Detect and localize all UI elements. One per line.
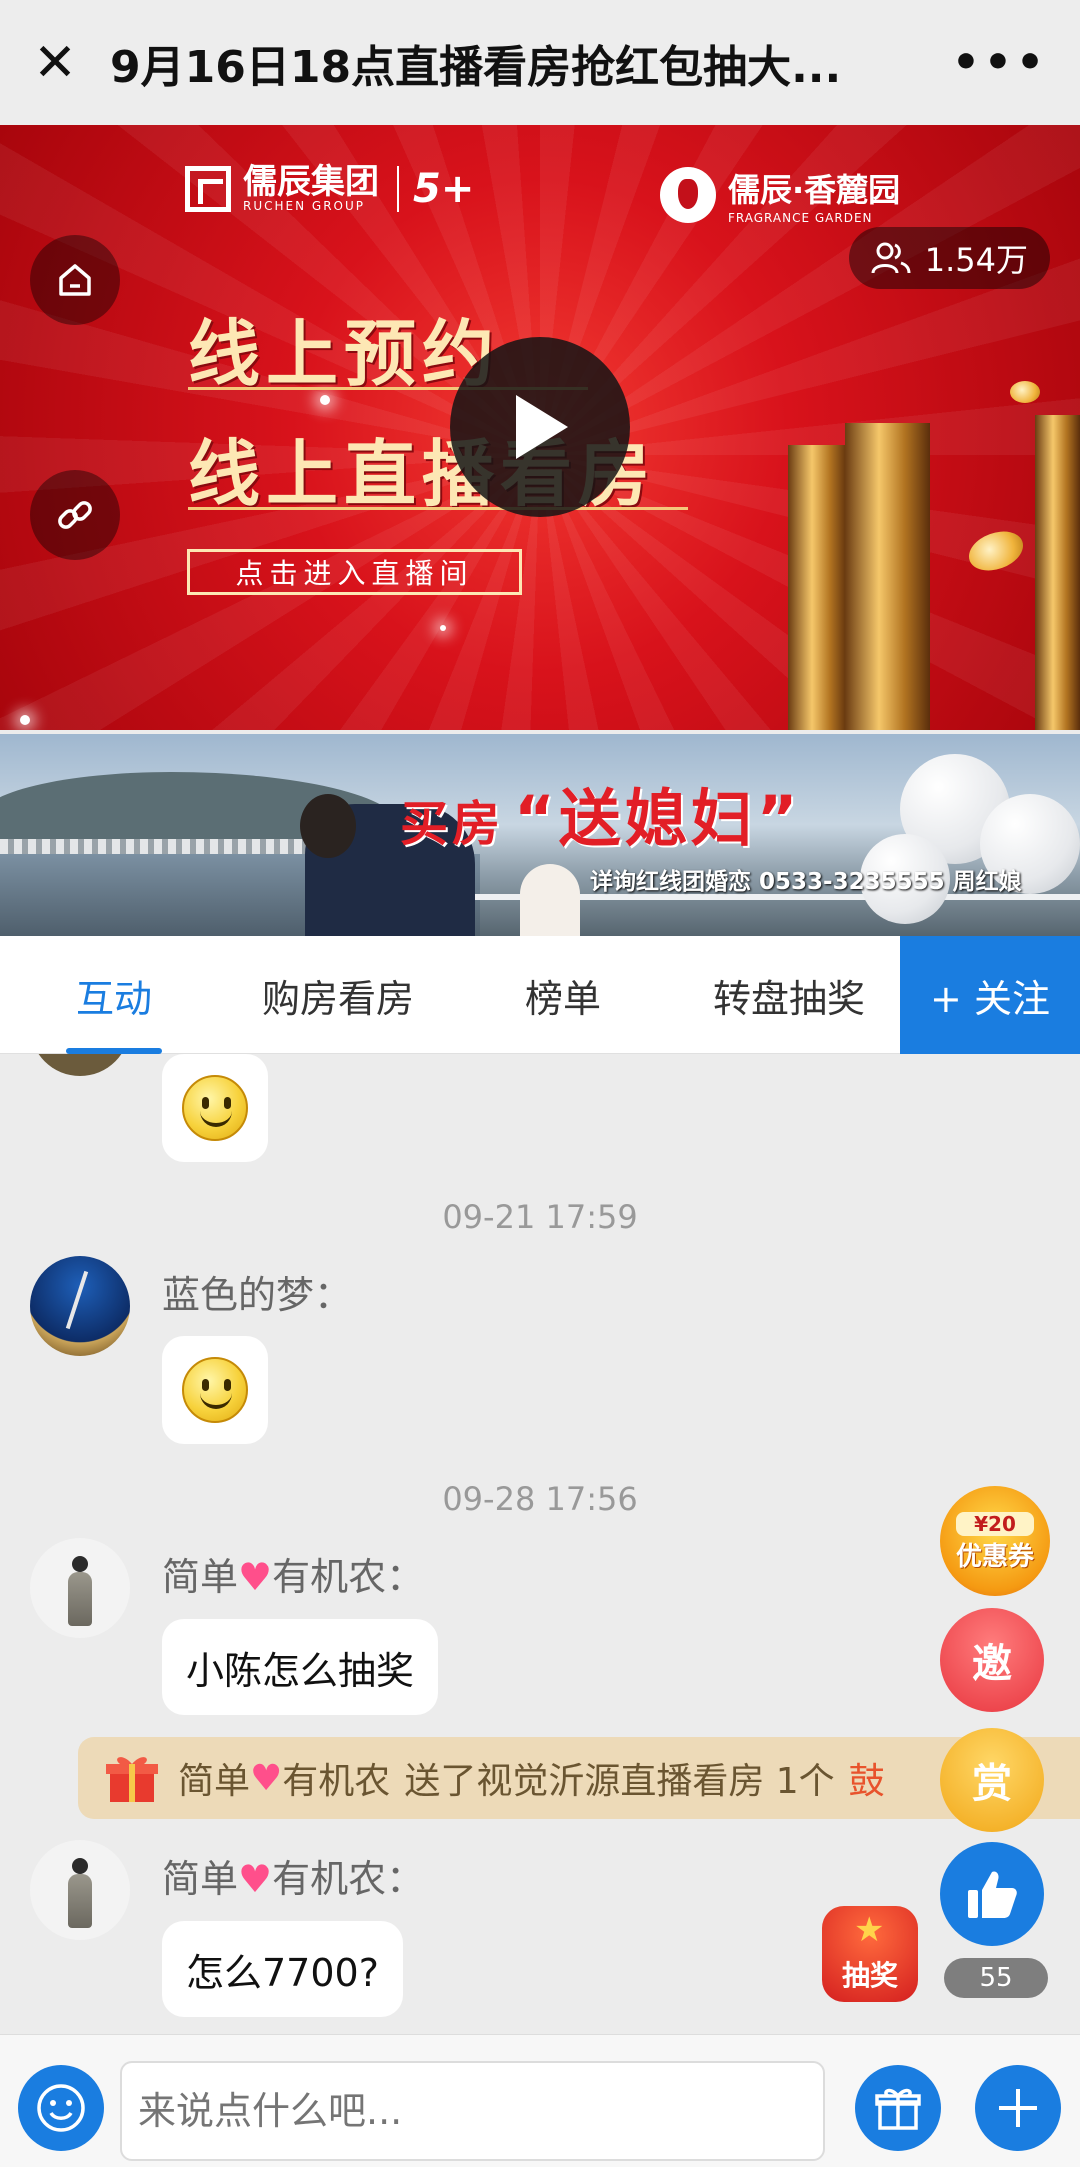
smile-emoji-icon <box>182 1357 248 1423</box>
message-bubble: 怎么7700? <box>162 1921 403 2017</box>
sparkle <box>20 715 30 725</box>
enter-live-room-button[interactable]: 点击进入直播间 <box>187 549 522 595</box>
link-icon <box>58 501 92 529</box>
follow-button[interactable]: + 关注 <box>900 936 1080 1054</box>
comment-input[interactable] <box>120 2061 825 2161</box>
brand-right-en: FRAGRANCE GARDEN <box>728 211 873 225</box>
smiley-icon <box>37 2084 85 2132</box>
message-bubble <box>162 1054 268 1162</box>
brand-left-name: 儒辰集团 <box>243 162 379 202</box>
building <box>845 423 930 730</box>
page-title: 9月16日18点直播看房抢红包抽大... <box>110 41 842 93</box>
heart-icon: ♥ <box>250 1757 283 1799</box>
gift-sender: 有机农 <box>282 1761 391 1802</box>
gift-text: 送了视觉沂源直播看房 1个 <box>404 1761 835 1802</box>
like-button[interactable] <box>940 1842 1044 1946</box>
share-link-button[interactable] <box>30 470 120 560</box>
heart-icon: ♥ <box>238 1857 273 1901</box>
viewers-icon <box>871 242 911 274</box>
ad-groom-head <box>300 794 356 858</box>
lottery-button[interactable]: 抽奖 <box>822 1906 918 2002</box>
play-button[interactable] <box>450 337 630 517</box>
headline-underline <box>188 507 688 510</box>
smile-emoji-icon <box>182 1075 248 1141</box>
ruchen-logo: 儒辰集团 RUCHEN GROUP 5+ <box>185 165 474 213</box>
viewer-count: 1.54万 <box>924 241 1028 279</box>
gift-sender: 简单 <box>178 1761 251 1802</box>
like-count: 55 <box>944 1958 1048 1998</box>
avatar[interactable] <box>30 1840 130 1940</box>
brand-right-name: 儒辰·香麓园 <box>728 171 901 209</box>
gold-coin <box>1010 381 1040 403</box>
chat-nickname: 简单♥有机农： <box>162 1546 424 1601</box>
ad-buy-text: 买房 <box>400 796 505 852</box>
reward-button[interactable]: 赏 <box>940 1728 1044 1832</box>
coupon-label: 优惠券 <box>955 1542 1034 1572</box>
tab-house-viewing[interactable]: 购房看房 <box>228 936 448 1054</box>
invite-button[interactable]: 邀 <box>940 1608 1044 1712</box>
tab-bar: 互动 购房看房 榜单 转盘抽奖 + 关注 <box>0 936 1080 1054</box>
avatar[interactable] <box>30 1538 130 1638</box>
ad-headline: 买房 “送媳妇” <box>400 768 802 858</box>
nickname-part: 简单 <box>162 1555 239 1599</box>
avatar[interactable] <box>30 1054 130 1076</box>
avatar[interactable] <box>30 1256 130 1356</box>
plus-icon <box>999 2089 1037 2127</box>
close-icon[interactable]: ✕ <box>0 0 110 125</box>
ruchen-logo-mark <box>185 166 231 212</box>
gift-notification: 简单 ♥ 有机农 送了视觉沂源直播看房 1个 鼓 <box>78 1737 1080 1819</box>
tab-interaction[interactable]: 互动 <box>0 936 228 1054</box>
tab-ranking[interactable]: 榜单 <box>448 936 678 1054</box>
message-bubble: 小陈怎么抽奖 <box>162 1619 439 1715</box>
message-bubble <box>162 1336 268 1444</box>
ad-banner[interactable]: 买房 “送媳妇” 详询红线团婚恋 0533-3235555 周红娘 <box>0 734 1080 936</box>
play-icon <box>516 395 568 459</box>
gift-icon <box>875 2088 921 2130</box>
thumbs-up-icon <box>968 1871 1017 1918</box>
home-icon <box>59 264 91 296</box>
ad-headline-text: “送媳妇” <box>514 782 802 855</box>
coupon-amount: ¥20 <box>955 1512 1034 1536</box>
ad-contact: 详询红线团婚恋 0533-3235555 周红娘 <box>590 869 1022 895</box>
sparkle <box>440 625 446 631</box>
chat-nickname: 简单♥有机农： <box>162 1848 424 1903</box>
tab-lucky-wheel[interactable]: 转盘抽奖 <box>678 936 900 1054</box>
nickname-part: 简单 <box>162 1857 239 1901</box>
gift-box-icon <box>106 1757 158 1802</box>
headline-online-booking: 线上预约 <box>188 312 501 396</box>
brand-left-en: RUCHEN GROUP <box>243 199 365 213</box>
gift-button[interactable] <box>855 2065 941 2151</box>
fragrance-garden-logo: 儒辰·香麓园 FRAGRANCE GARDEN <box>660 165 900 225</box>
nickname-part: 有机农： <box>272 1555 425 1599</box>
building <box>788 445 848 730</box>
title-bar: ✕ 9月16日18点直播看房抢红包抽大... ••• <box>0 0 1080 125</box>
chat-timestamp: 09-28 17:56 <box>442 1480 638 1518</box>
chat-feed[interactable]: 09-21 17:59 蓝色的梦： 09-28 17:56 简单♥有机农： 小陈… <box>0 1054 1080 2034</box>
brand-plus: 5+ <box>397 166 474 212</box>
deer-logo-icon <box>660 167 716 223</box>
emoji-button[interactable] <box>18 2065 104 2151</box>
building <box>1035 415 1080 730</box>
live-banner[interactable]: 儒辰集团 RUCHEN GROUP 5+ 儒辰·香麓园 FRAGRANCE GA… <box>0 125 1080 730</box>
add-button[interactable] <box>975 2065 1061 2151</box>
bottom-bar <box>0 2034 1080 2167</box>
gift-tail: 鼓 <box>848 1761 885 1802</box>
chat-timestamp: 09-21 17:59 <box>442 1198 638 1236</box>
ad-bride <box>520 864 580 936</box>
viewer-count-badge: 1.54万 <box>848 227 1050 289</box>
nickname-part: 有机农： <box>272 1857 425 1901</box>
heart-icon: ♥ <box>238 1555 273 1599</box>
chat-nickname: 蓝色的梦： <box>162 1273 353 1317</box>
coupon-button[interactable]: ¥20 优惠券 <box>940 1486 1050 1596</box>
home-button[interactable] <box>30 235 120 325</box>
more-options-icon[interactable]: ••• <box>950 37 1050 88</box>
